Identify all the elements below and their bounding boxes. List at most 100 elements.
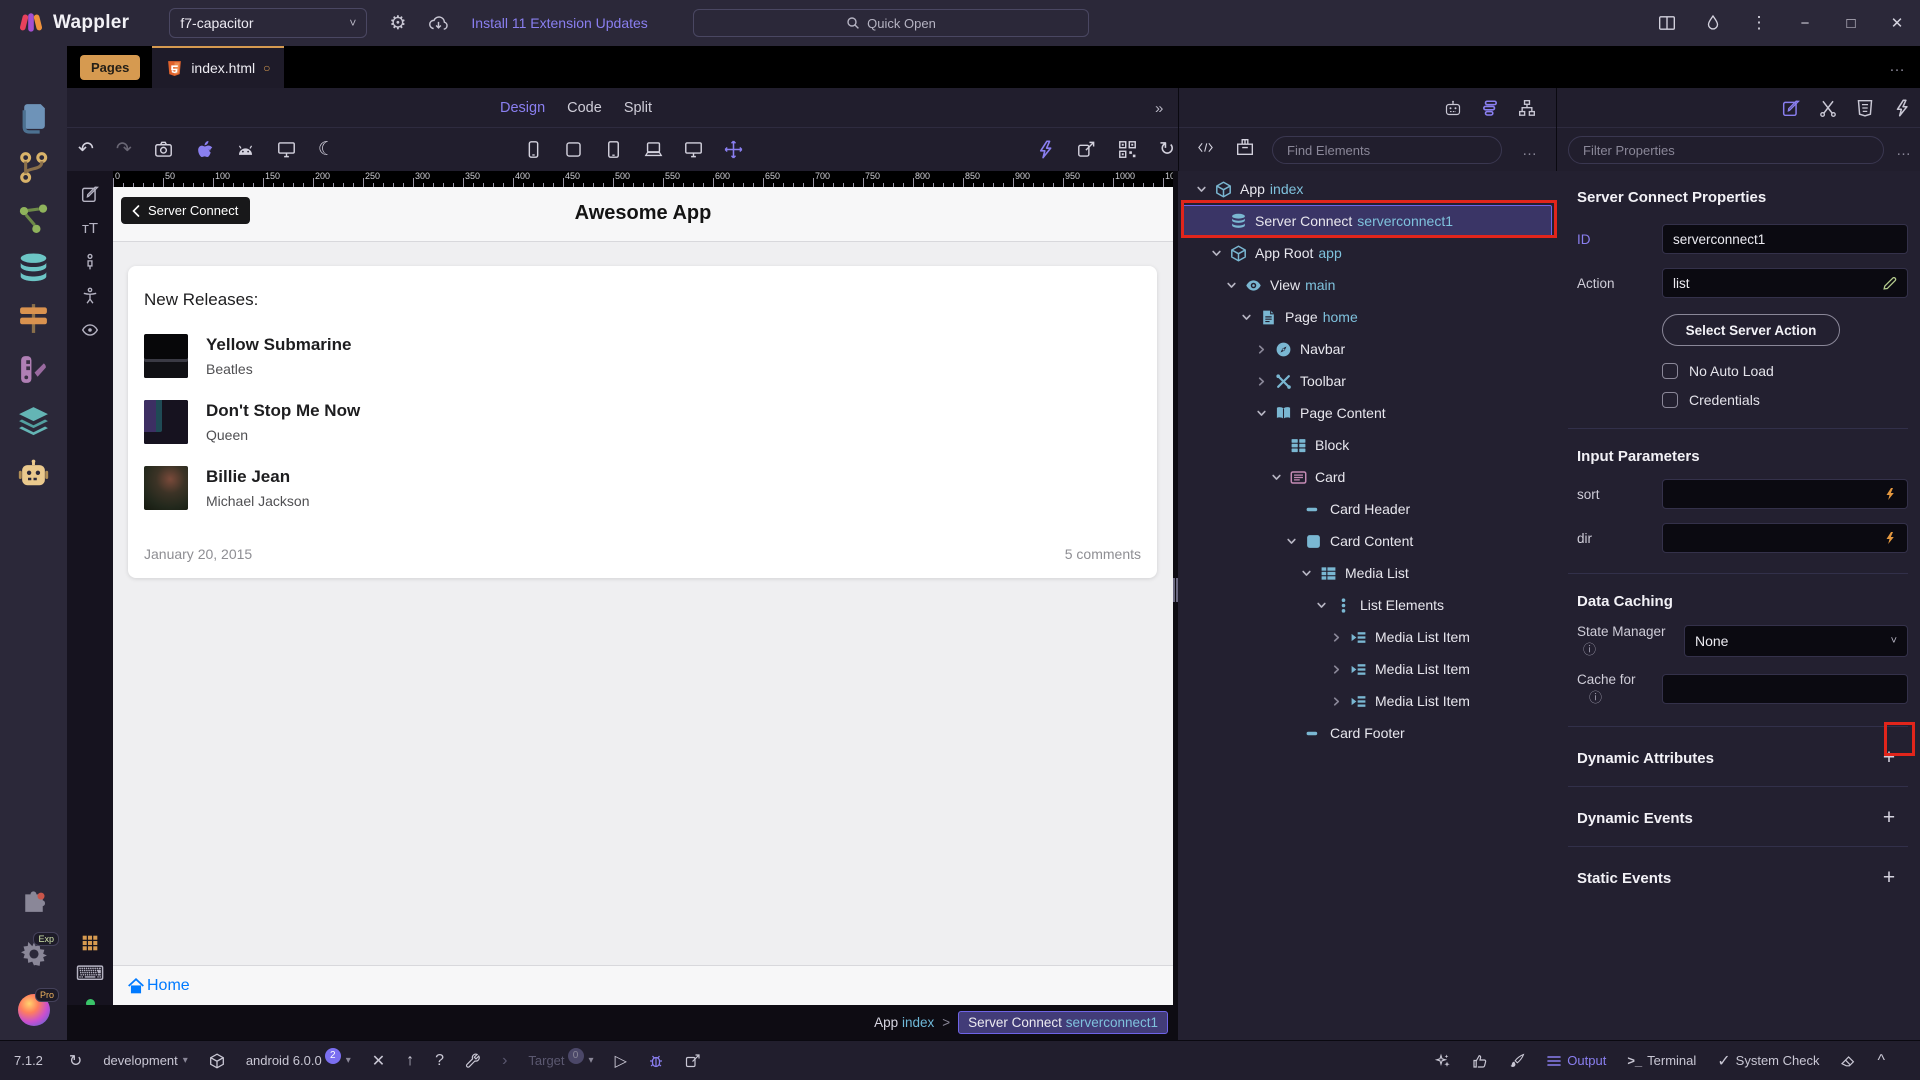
chevron-down-icon[interactable]: [1268, 472, 1284, 483]
status-device-icon[interactable]: [209, 1052, 225, 1069]
tree-item-block[interactable]: Block: [1182, 429, 1552, 461]
design-canvas[interactable]: Awesome App Server Connect New Releases:…: [113, 187, 1173, 1005]
status-build-tools[interactable]: [465, 1053, 481, 1069]
preview-eye-icon[interactable]: [67, 313, 113, 347]
tree-item-view-main[interactable]: View main: [1182, 269, 1552, 301]
properties-edit-icon[interactable]: [1782, 99, 1800, 117]
dark-mode-moon-icon[interactable]: ☾: [318, 138, 335, 161]
tab-index-html[interactable]: index.html ○: [152, 46, 285, 88]
typography-icon[interactable]: тT: [67, 211, 113, 245]
properties-more-menu[interactable]: …: [1896, 142, 1913, 159]
dir-input[interactable]: [1662, 523, 1908, 553]
dynamic-bolt-icon[interactable]: [1883, 531, 1897, 545]
status-feedback[interactable]: [1472, 1053, 1488, 1069]
maximize-button[interactable]: □: [1828, 0, 1874, 46]
undo-icon[interactable]: ↶: [78, 138, 94, 161]
tab-split[interactable]: Split: [624, 100, 652, 116]
sidebar-item-git[interactable]: [0, 143, 67, 191]
quick-open-search[interactable]: Quick Open: [693, 9, 1089, 37]
no-auto-load-checkbox[interactable]: No Auto Load: [1662, 363, 1908, 379]
redo-icon[interactable]: ↷: [116, 138, 132, 161]
status-theme-brush[interactable]: [1509, 1053, 1525, 1069]
kebab-menu-icon[interactable]: ⋮: [1736, 0, 1782, 46]
home-link[interactable]: Home: [127, 977, 190, 995]
phone-small-icon[interactable]: [524, 140, 543, 159]
tree-item-server-connect[interactable]: Server Connect serverconnect1: [1182, 205, 1552, 237]
status-output[interactable]: Output: [1546, 1053, 1606, 1069]
id-input[interactable]: serverconnect1: [1662, 224, 1908, 254]
dynamic-bolt-icon[interactable]: [1883, 487, 1897, 501]
status-run[interactable]: ▷: [615, 1051, 627, 1071]
chevron-right-icon[interactable]: [1253, 376, 1269, 387]
sidebar-item-pro-account[interactable]: Pro: [0, 986, 67, 1034]
tree-item-app-index[interactable]: App index: [1182, 173, 1552, 205]
tree-item-app-root[interactable]: App Root app: [1182, 237, 1552, 269]
selected-element-badge[interactable]: Server Connect: [121, 197, 251, 224]
tab-design[interactable]: Design: [500, 100, 545, 116]
chevron-down-icon[interactable]: [1253, 408, 1269, 419]
scissors-icon[interactable]: [1819, 99, 1837, 117]
tree-item-page-content[interactable]: Page Content: [1182, 397, 1552, 429]
monitor-icon[interactable]: [684, 140, 703, 159]
status-target-select[interactable]: Target 0 ▾: [528, 1047, 594, 1069]
theme-droplet-icon[interactable]: [1690, 0, 1736, 46]
sidebar-item-extensions[interactable]: [0, 880, 67, 928]
sidebar-item-connections[interactable]: [0, 194, 67, 242]
phablet-icon[interactable]: [604, 140, 623, 159]
chevron-down-icon[interactable]: [1208, 248, 1224, 259]
grid-toggle-icon[interactable]: [67, 926, 113, 960]
chevron-down-icon[interactable]: [1298, 568, 1314, 579]
sort-input[interactable]: [1662, 479, 1908, 509]
code-view-icon[interactable]: [1198, 140, 1213, 155]
status-stop[interactable]: ✕: [372, 1051, 385, 1071]
status-terminal[interactable]: >_ Terminal: [1627, 1053, 1696, 1068]
responsive-move-icon[interactable]: [724, 140, 743, 159]
filter-properties-input[interactable]: Filter Properties: [1568, 136, 1884, 164]
tab-code[interactable]: Code: [567, 100, 602, 116]
chevron-down-icon[interactable]: [1238, 312, 1254, 323]
credentials-checkbox[interactable]: Credentials: [1662, 392, 1908, 408]
toolbar-overflow[interactable]: »: [1155, 88, 1163, 128]
status-device-select[interactable]: android 6.0.0 2 ▾: [246, 1047, 351, 1069]
qr-code-icon[interactable]: [1118, 140, 1137, 159]
ai-robot-icon[interactable]: [1444, 99, 1462, 117]
edit-mode-icon[interactable]: [67, 177, 113, 211]
sidebar-item-pages[interactable]: [0, 93, 67, 141]
chevron-down-icon[interactable]: [1223, 280, 1239, 291]
extension-updates-link[interactable]: Install 11 Extension Updates: [471, 15, 647, 31]
chevron-right-icon[interactable]: [1328, 664, 1344, 675]
structure-more-menu[interactable]: …: [1522, 142, 1539, 159]
state-manager-select[interactable]: None ˅: [1684, 625, 1908, 657]
status-system-check[interactable]: ✓ System Check: [1717, 1051, 1819, 1071]
settings-gear-icon[interactable]: ⚙: [389, 14, 406, 33]
sidebar-item-layers[interactable]: [0, 397, 67, 445]
dom-tree-icon[interactable]: [1518, 99, 1536, 117]
ios-apple-icon[interactable]: [195, 140, 214, 159]
close-button[interactable]: ✕: [1874, 0, 1920, 46]
tree-item-card-footer[interactable]: Card Footer: [1182, 717, 1552, 749]
css-shield-icon[interactable]: [1856, 99, 1874, 117]
pages-button[interactable]: Pages: [80, 54, 141, 80]
tree-item-list-elements[interactable]: List Elements: [1182, 589, 1552, 621]
project-select[interactable]: f7-capacitor ˅: [169, 8, 368, 38]
screenshot-camera-icon[interactable]: [154, 140, 173, 159]
status-debug-help[interactable]: ?: [435, 1052, 444, 1070]
chevron-right-icon[interactable]: [1328, 696, 1344, 707]
tablet-icon[interactable]: [564, 140, 583, 159]
tree-item-navbar[interactable]: Navbar: [1182, 333, 1552, 365]
status-debug[interactable]: [648, 1053, 664, 1069]
tree-item-card-header[interactable]: Card Header: [1182, 493, 1552, 525]
info-icon[interactable]: ⓘ: [1583, 642, 1596, 657]
add-static-event-button[interactable]: +: [1876, 866, 1902, 890]
tree-item-card[interactable]: Card: [1182, 461, 1552, 493]
cloud-download-icon[interactable]: [428, 13, 449, 34]
sidebar-item-database[interactable]: [0, 244, 67, 292]
components-package-icon[interactable]: [1236, 138, 1254, 156]
tree-item-toolbar[interactable]: Toolbar: [1182, 365, 1552, 397]
keyboard-icon[interactable]: ⌨: [67, 956, 113, 990]
media-list-item[interactable]: Billie Jean Michael Jackson: [144, 466, 1141, 510]
action-input[interactable]: list: [1662, 268, 1908, 298]
desktop-icon[interactable]: [277, 140, 296, 159]
panel-layout-icon[interactable]: [1644, 0, 1690, 46]
media-list-item[interactable]: Don't Stop Me Now Queen: [144, 400, 1141, 444]
